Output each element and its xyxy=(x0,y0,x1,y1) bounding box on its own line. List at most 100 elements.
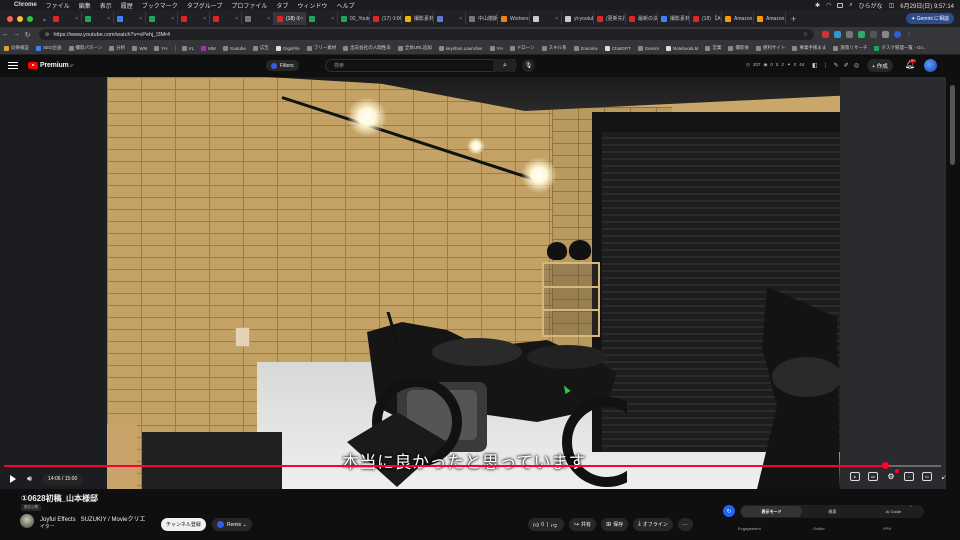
battery-icon[interactable] xyxy=(837,2,844,8)
bookmark-item[interactable]: スキル系 xyxy=(541,45,567,51)
browser-tab[interactable]: × xyxy=(210,12,242,25)
bookmark-item[interactable]: 分析 xyxy=(109,45,125,51)
bookmark-item[interactable]: フリー素材 xyxy=(306,45,336,51)
bookmark-item[interactable]: ドローン xyxy=(509,45,535,51)
browser-tab[interactable]: × xyxy=(530,12,562,25)
video-player[interactable]: 本当に良かったと思っています 🔊︎ 14:06 / 15:00 ▸ cc ⚙ ▫… xyxy=(0,77,946,489)
tab-close-icon[interactable]: × xyxy=(331,16,334,22)
browser-tab[interactable]: (更新先行× xyxy=(594,12,626,25)
kebab-menu-icon[interactable]: ⋮ xyxy=(906,31,912,38)
channel-avatar[interactable] xyxy=(20,514,34,528)
close-window-button[interactable] xyxy=(7,15,13,22)
tab-close-icon[interactable]: × xyxy=(139,16,142,22)
page-scrollbar[interactable] xyxy=(947,55,960,540)
browser-tab[interactable]: × xyxy=(114,12,146,25)
menu-tabgroups[interactable]: タブグループ xyxy=(187,1,223,10)
scrollbar-thumb[interactable] xyxy=(950,85,955,165)
menu-window[interactable]: ウィンドウ xyxy=(297,1,327,10)
wifi-icon[interactable]: ◠ xyxy=(826,2,831,9)
tab-close-icon[interactable]: × xyxy=(235,16,238,22)
volume-icon[interactable]: 🔊︎ xyxy=(27,474,32,484)
browser-tab[interactable]: (18) 【Al× xyxy=(690,12,722,25)
gemini-button[interactable]: ✦ Gemini に相談 xyxy=(906,13,954,24)
bookmark-item[interactable]: 広告 xyxy=(252,45,269,51)
panel-collapse-icon[interactable]: ⌃ xyxy=(909,505,913,511)
input-method[interactable]: ひらがな xyxy=(859,1,883,10)
miniplayer-icon[interactable]: ▫ xyxy=(904,472,914,481)
browser-tab[interactable]: × xyxy=(146,12,178,25)
tab-search-icon[interactable]: ⌄ xyxy=(39,15,50,23)
create-button[interactable]: + 作成 xyxy=(867,59,893,72)
mode-display[interactable]: 表示モード xyxy=(741,506,802,517)
settings-gear-icon[interactable]: ⚙ xyxy=(886,469,899,481)
tab-close-icon[interactable]: × xyxy=(171,16,174,22)
subtitles-icon[interactable]: cc xyxy=(868,472,878,481)
menu-profile[interactable]: プロファイル xyxy=(231,1,267,10)
browser-tab[interactable]: 中山徹朗× xyxy=(466,12,498,25)
like-button[interactable]: 👍︎ 0 | 👎︎ xyxy=(528,518,565,531)
browser-tab[interactable]: × xyxy=(434,12,466,25)
browser-tab[interactable]: × xyxy=(178,12,210,25)
tool-icon[interactable]: ◎ xyxy=(854,62,859,69)
tab-close-icon[interactable]: × xyxy=(203,16,206,22)
browser-tab[interactable]: 最新の決す× xyxy=(626,12,658,25)
more-actions-button[interactable]: ⋯ xyxy=(677,518,693,531)
menu-edit[interactable]: 編集 xyxy=(79,1,91,10)
menu-view[interactable]: 表示 xyxy=(100,1,112,10)
tab-close-icon[interactable]: × xyxy=(267,16,270,22)
downloads-icon[interactable] xyxy=(882,31,889,38)
bookmark-item[interactable]: Gemini xyxy=(637,45,659,51)
search-icon[interactable]: ⌕ xyxy=(493,59,517,72)
panel-logo-icon[interactable]: ↻ xyxy=(723,505,735,517)
bookmark-item[interactable]: ChatGPT xyxy=(604,45,631,51)
menu-bookmarks[interactable]: ブックマーク xyxy=(142,1,178,10)
bookmark-item[interactable]: VL xyxy=(181,45,194,51)
minimize-window-button[interactable] xyxy=(17,15,23,22)
site-info-icon[interactable]: ⚙ xyxy=(45,32,49,38)
browser-tab[interactable]: yt-youtub× xyxy=(562,12,594,25)
tab-close-icon[interactable]: × xyxy=(555,16,558,22)
mode-summary[interactable]: 概要 xyxy=(802,509,863,515)
autoplay-toggle-icon[interactable]: ▸ xyxy=(850,472,860,481)
offline-button[interactable]: ⤓ オフライン xyxy=(633,518,673,531)
extension-icon[interactable] xyxy=(846,31,853,38)
bookmark-item[interactable]: Zoominv xyxy=(573,45,598,51)
bookmark-item[interactable]: 撮影依 xyxy=(728,45,749,51)
save-button[interactable]: ⊞ 保存 xyxy=(601,518,629,531)
theater-mode-icon[interactable]: ▭ xyxy=(922,472,932,481)
mode-ai-guide[interactable]: AI Guide xyxy=(863,509,924,514)
bookmark-item[interactable]: SEO企画 xyxy=(36,45,62,51)
browser-tab[interactable]: (18) ① × xyxy=(274,12,306,25)
forward-icon[interactable]: → xyxy=(11,31,22,38)
pin-icon[interactable]: ✎ xyxy=(834,62,839,69)
filters-button[interactable]: Filters xyxy=(266,60,299,71)
menu-file[interactable]: ファイル xyxy=(46,1,70,10)
browser-tab[interactable]: Amazon.c× xyxy=(722,12,754,25)
browser-tab[interactable]: × xyxy=(306,12,338,25)
browser-tab[interactable]: Amazon.c× xyxy=(754,12,786,25)
browser-tab[interactable]: 02_Youtub× xyxy=(338,12,370,25)
extension-icon[interactable] xyxy=(822,31,829,38)
bookmark-item[interactable]: 出向会社の人間性あ xyxy=(343,45,391,51)
search-input[interactable]: 検索 xyxy=(325,59,515,72)
new-tab-button[interactable]: + xyxy=(786,14,801,24)
menu-tab[interactable]: タブ xyxy=(276,1,288,10)
youtube-logo[interactable]: Premium JP xyxy=(28,62,74,69)
tab-close-icon[interactable]: × xyxy=(301,16,304,22)
bluetooth-icon[interactable]: ✱ xyxy=(815,2,820,9)
browser-tab[interactable]: × xyxy=(82,12,114,25)
puzzle-icon[interactable] xyxy=(870,31,877,38)
bookmark-item[interactable]: 効果検証 xyxy=(4,45,29,51)
microphone-icon[interactable]: 🎙 xyxy=(522,59,535,72)
bookmark-item[interactable]: 全体URL追加 xyxy=(397,45,432,51)
bookmark-item[interactable]: MM xyxy=(201,45,216,51)
browser-tab[interactable]: × xyxy=(242,12,274,25)
play-button[interactable] xyxy=(7,473,19,485)
tool-icon[interactable]: ◧ xyxy=(812,62,818,69)
reload-icon[interactable]: ↻ xyxy=(22,31,33,39)
subscribe-button[interactable]: チャンネル登録 xyxy=(161,518,206,531)
browser-tab[interactable]: 撮影素材× xyxy=(658,12,690,25)
progress-bar[interactable] xyxy=(4,462,941,469)
browser-tab[interactable]: Workers× xyxy=(498,12,530,25)
share-button[interactable]: ↪ 共有 xyxy=(569,518,597,531)
